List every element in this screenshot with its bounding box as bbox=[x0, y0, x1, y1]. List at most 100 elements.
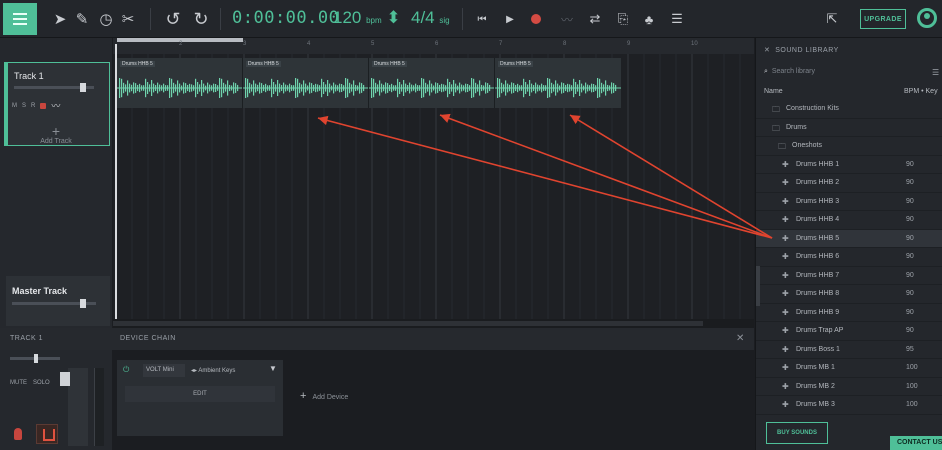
add-sample-icon: ✚ bbox=[782, 178, 789, 187]
playhead[interactable] bbox=[115, 44, 117, 326]
pointer-icon[interactable]: ➤ bbox=[50, 8, 70, 30]
library-item-label: Drums HHB 2 bbox=[796, 179, 840, 186]
buy-sounds-button[interactable]: BUY SOUNDS bbox=[766, 422, 828, 444]
ruler-mark: 7 bbox=[499, 41, 503, 47]
menu-button[interactable] bbox=[3, 3, 37, 35]
master-volume-knob[interactable] bbox=[80, 299, 86, 308]
ruler-mark: 4 bbox=[307, 41, 311, 47]
fader-knob[interactable] bbox=[60, 372, 70, 386]
library-scrollbar[interactable] bbox=[756, 266, 760, 306]
pan-slider[interactable] bbox=[10, 354, 60, 363]
volume-fader[interactable] bbox=[68, 368, 88, 446]
divider bbox=[150, 8, 151, 30]
close-icon[interactable]: ✕ bbox=[764, 47, 770, 54]
microphone-icon[interactable] bbox=[14, 428, 22, 440]
library-folder[interactable]: 🗀 Oneshots bbox=[756, 137, 942, 156]
mixer-icon[interactable]: ☰ bbox=[666, 8, 688, 30]
share-icon[interactable]: ⇱ bbox=[822, 8, 842, 30]
play-icon[interactable]: ▶ bbox=[502, 8, 518, 30]
add-track-button[interactable]: + Add Track bbox=[28, 124, 84, 145]
library-item[interactable]: ✚ Drums HHB 6 90 bbox=[756, 248, 942, 267]
library-item[interactable]: ✚ Drums HHB 3 90 bbox=[756, 193, 942, 211]
metronome-icon[interactable]: ◷ bbox=[96, 8, 116, 30]
library-item[interactable]: ✚ Drums HHB 5 90 bbox=[756, 229, 942, 248]
library-item[interactable]: ✚ Drums HHB 1 90 bbox=[756, 156, 942, 174]
automation-icon[interactable]: 〰 bbox=[556, 8, 578, 30]
folder-icon: 🗀 bbox=[778, 142, 786, 151]
pencil-icon[interactable]: ✎ bbox=[72, 8, 92, 30]
record-icon[interactable] bbox=[40, 102, 47, 109]
scissors-icon[interactable]: ✂ bbox=[118, 8, 138, 30]
device-preset[interactable]: ◂▸ Ambient Keys bbox=[191, 367, 235, 374]
upgrade-button[interactable]: UPGRADE bbox=[860, 9, 906, 29]
time-signature[interactable]: 4/4 sig bbox=[411, 8, 450, 28]
library-item[interactable]: ✚ Drums HHB 2 90 bbox=[756, 174, 942, 193]
loop-icon[interactable]: ⇄ bbox=[586, 8, 604, 30]
master-track[interactable]: Master Track bbox=[6, 276, 110, 326]
close-icon[interactable]: ✕ bbox=[736, 333, 744, 344]
library-item-label: Drums HHB 6 bbox=[796, 253, 840, 260]
preset-nav-icon: ◂▸ bbox=[191, 368, 198, 374]
waveform bbox=[495, 78, 621, 98]
redo-icon[interactable]: ↻ bbox=[190, 8, 212, 30]
solo-button[interactable]: S bbox=[22, 103, 26, 109]
master-volume-slider[interactable] bbox=[12, 299, 96, 308]
library-item[interactable]: ✚ Drums HHB 9 90 bbox=[756, 304, 942, 322]
library-item[interactable]: ✚ Drums Trap AP 90 bbox=[756, 322, 942, 341]
library-folder[interactable]: 🗀 Drums bbox=[756, 119, 942, 137]
audio-clip[interactable]: Drums HHB 5 bbox=[116, 58, 243, 108]
record-icon[interactable] bbox=[528, 8, 544, 30]
arrangement-view[interactable]: 2 3 4 5 6 7 8 9 10 Drums HHB 5 Drums HHB 5 Drums H… bbox=[113, 38, 754, 328]
horizontal-scrollbar[interactable] bbox=[113, 319, 754, 328]
ruler-mark: 2 bbox=[179, 41, 183, 47]
audio-clip[interactable]: Drums HHB 5 bbox=[368, 58, 495, 108]
library-item[interactable]: ✚ Drums MB 3 100 bbox=[756, 396, 942, 415]
solo-button[interactable]: SOLO bbox=[33, 380, 50, 386]
audio-clip[interactable]: Drums HHB 5 bbox=[242, 58, 369, 108]
library-item[interactable]: ✚ Drums HHB 7 90 bbox=[756, 267, 942, 285]
bpm-display[interactable]: 120 bpm ⬍ bbox=[333, 8, 401, 28]
library-item[interactable]: ✚ Drums MB 2 100 bbox=[756, 378, 942, 396]
track-volume-slider[interactable] bbox=[14, 83, 94, 92]
contact-us-button[interactable]: CONTACT US bbox=[890, 436, 942, 450]
mute-button[interactable]: M bbox=[12, 103, 17, 109]
export-icon[interactable]: ⎘ bbox=[614, 8, 632, 30]
audio-clip-lane[interactable]: Drums HHB 5 Drums HHB 5 Drums HHB 5 Drums H… bbox=[116, 58, 621, 108]
list-view-icon[interactable]: ☰ bbox=[932, 68, 939, 77]
chevron-down-icon[interactable]: ▼ bbox=[269, 364, 277, 373]
library-search[interactable]: ⌕ Search library bbox=[764, 68, 815, 76]
time-signature-value: 4/4 bbox=[411, 8, 435, 27]
library-item-bpm: 100 bbox=[906, 401, 918, 408]
audio-clip[interactable]: Drums HHB 5 bbox=[494, 58, 621, 108]
column-bpm-key[interactable]: BPM • Key bbox=[904, 88, 938, 95]
undo-icon[interactable]: ↺ bbox=[162, 8, 184, 30]
add-device-button[interactable]: + Add Device bbox=[300, 390, 348, 402]
add-sample-icon: ✚ bbox=[782, 233, 789, 243]
track-panel-title: TRACK 1 bbox=[10, 335, 44, 342]
mute-button[interactable]: MUTE bbox=[10, 380, 27, 386]
power-icon[interactable]: ⏻ bbox=[123, 365, 129, 375]
library-header: Name BPM • Key bbox=[764, 88, 942, 95]
library-item-bpm: 90 bbox=[906, 327, 914, 334]
library-folder[interactable]: 🗀 Construction Kits bbox=[756, 100, 942, 119]
automation-icon[interactable]: 〰 bbox=[51, 99, 60, 112]
record-arm-button[interactable]: R bbox=[31, 103, 35, 109]
bpm-arrows-icon[interactable]: ⬍ bbox=[386, 8, 400, 27]
instrument-icon[interactable] bbox=[36, 424, 58, 444]
pan-knob[interactable] bbox=[34, 354, 38, 363]
library-item[interactable]: ✚ Drums MB 1 100 bbox=[756, 359, 942, 378]
library-item[interactable]: ✚ Drums HHB 4 90 bbox=[756, 211, 942, 230]
volume-knob[interactable] bbox=[80, 83, 86, 92]
daw-app: ➤ ✎ ◷ ✂ ↺ ↻ 0:00:00.00 120 bpm ⬍ 4/4 sig… bbox=[0, 0, 942, 450]
column-name[interactable]: Name bbox=[764, 88, 783, 95]
device-name[interactable]: VOLT Mini bbox=[143, 364, 185, 377]
user-icon[interactable] bbox=[917, 8, 937, 28]
effects-icon[interactable]: ♣ bbox=[640, 8, 658, 30]
library-item[interactable]: ✚ Drums Boss 1 95 bbox=[756, 341, 942, 359]
library-item[interactable]: ✚ Drums HHB 8 90 bbox=[756, 285, 942, 304]
timeline-ruler[interactable]: 2 3 4 5 6 7 8 9 10 bbox=[113, 38, 754, 54]
edit-button[interactable]: EDIT bbox=[125, 386, 275, 402]
library-item-label: Construction Kits bbox=[786, 105, 839, 112]
scrollbar-thumb[interactable] bbox=[113, 321, 703, 326]
skip-back-icon[interactable]: ⏮ bbox=[474, 8, 490, 30]
